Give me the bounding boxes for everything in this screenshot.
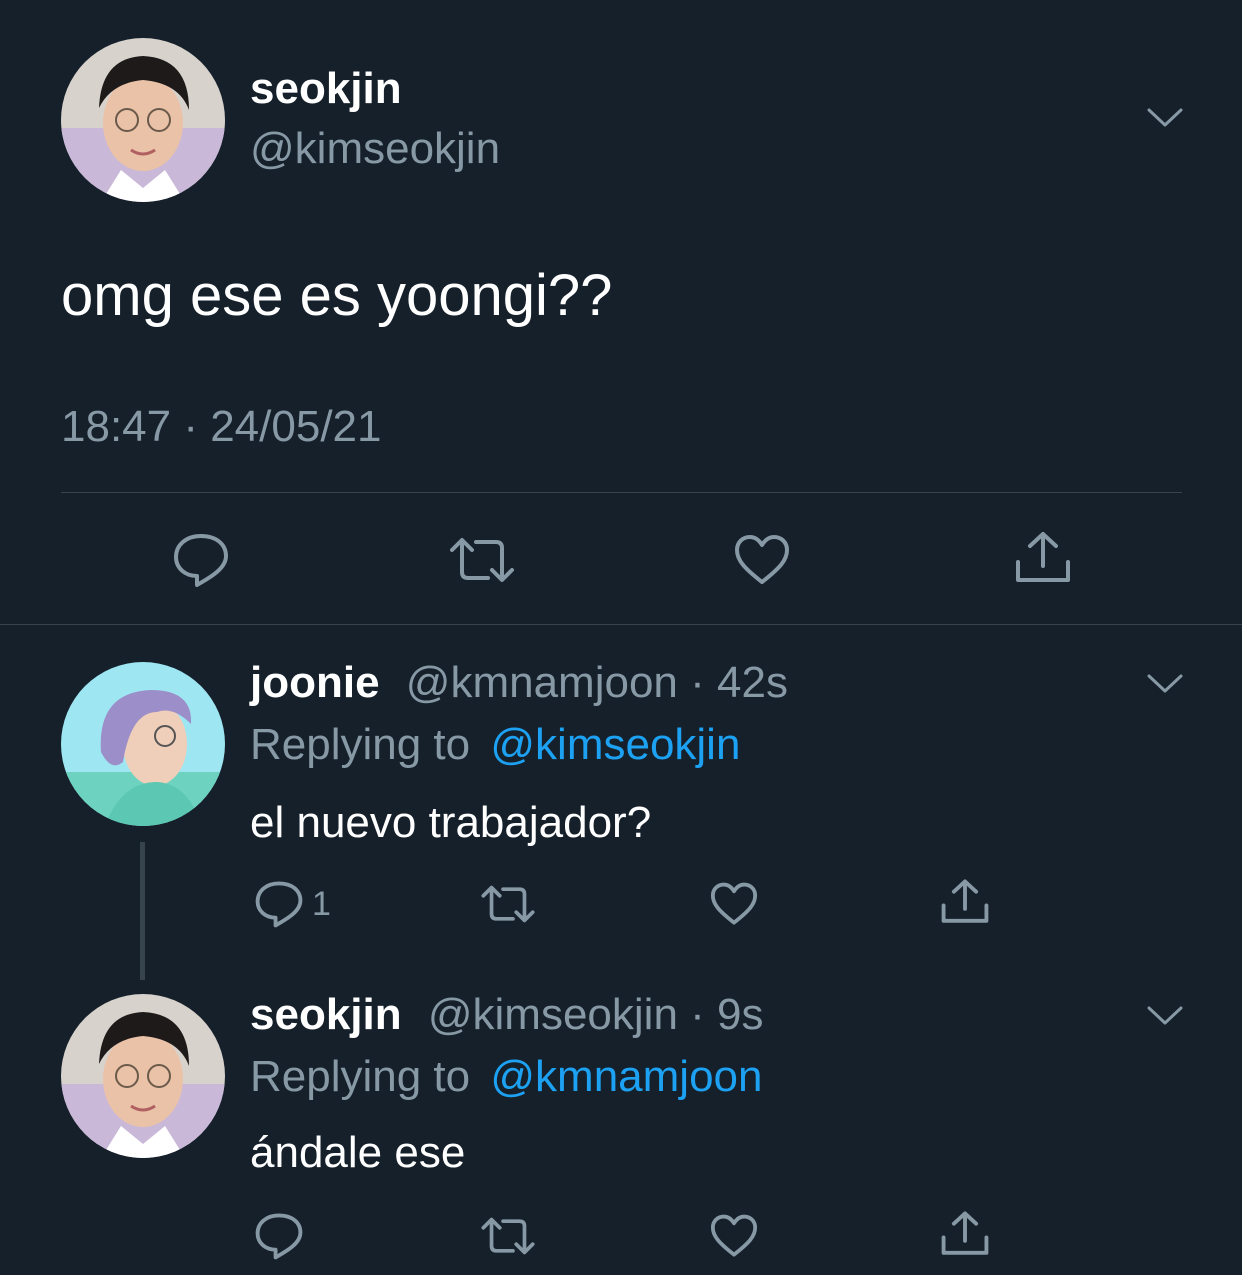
reply-icon[interactable] xyxy=(172,532,230,588)
mention-link[interactable]: @kmnamjoon xyxy=(490,1052,762,1101)
replying-to-line: Replying to @kmnamjoon xyxy=(250,1052,762,1102)
separator-dot: · xyxy=(677,658,718,707)
avatar[interactable] xyxy=(61,662,225,826)
tweet-timestamp[interactable]: 18:47 · 24/05/21 xyxy=(61,402,381,452)
user-handle[interactable]: @kimseokjin xyxy=(250,124,500,174)
replying-to-line: Replying to @kimseokjin xyxy=(250,720,740,770)
share-icon[interactable] xyxy=(1014,530,1072,586)
reply-icon[interactable] xyxy=(254,880,304,928)
heart-icon[interactable] xyxy=(710,1214,758,1258)
reply-time[interactable]: 42s xyxy=(717,658,788,707)
heart-icon[interactable] xyxy=(734,534,790,586)
heart-icon[interactable] xyxy=(710,882,758,926)
divider xyxy=(61,492,1182,493)
mention-link[interactable]: @kimseokjin xyxy=(490,720,740,769)
reply-time[interactable]: 9s xyxy=(717,990,763,1039)
reply-text: ándale ese xyxy=(250,1128,466,1177)
share-icon[interactable] xyxy=(940,1210,990,1258)
user-handle[interactable]: @kimseokjin xyxy=(428,990,678,1039)
user-handle[interactable]: @kmnamjoon xyxy=(406,658,678,707)
chevron-down-icon[interactable] xyxy=(1146,672,1184,701)
replying-prefix: Replying to xyxy=(250,720,471,769)
reply-button[interactable]: 1 xyxy=(254,880,331,928)
reply-text: el nuevo trabajador? xyxy=(250,798,652,847)
display-name[interactable]: joonie xyxy=(250,658,380,707)
reply-icon[interactable] xyxy=(254,1212,304,1260)
display-name[interactable]: seokjin xyxy=(250,990,402,1039)
tweet-text: omg ese es yoongi?? xyxy=(61,263,613,328)
reply-header: joonie @kmnamjoon · 42s xyxy=(250,658,788,708)
replying-prefix: Replying to xyxy=(250,1052,471,1101)
retweet-icon[interactable] xyxy=(480,1214,536,1258)
reply-count: 1 xyxy=(312,884,331,923)
display-name[interactable]: seokjin xyxy=(250,64,402,114)
chevron-down-icon[interactable] xyxy=(1146,1004,1184,1033)
chevron-down-icon[interactable] xyxy=(1146,106,1184,135)
share-icon[interactable] xyxy=(940,878,990,926)
avatar[interactable] xyxy=(61,994,225,1158)
separator-dot: · xyxy=(677,990,718,1039)
divider xyxy=(0,624,1242,625)
reply-header: seokjin @kimseokjin · 9s xyxy=(250,990,764,1040)
tweet-thread-page: seokjin @kimseokjin omg ese es yoongi?? … xyxy=(0,0,1242,1275)
avatar[interactable] xyxy=(61,38,225,202)
retweet-icon[interactable] xyxy=(448,534,516,586)
retweet-icon[interactable] xyxy=(480,882,536,926)
thread-connector xyxy=(140,842,145,980)
